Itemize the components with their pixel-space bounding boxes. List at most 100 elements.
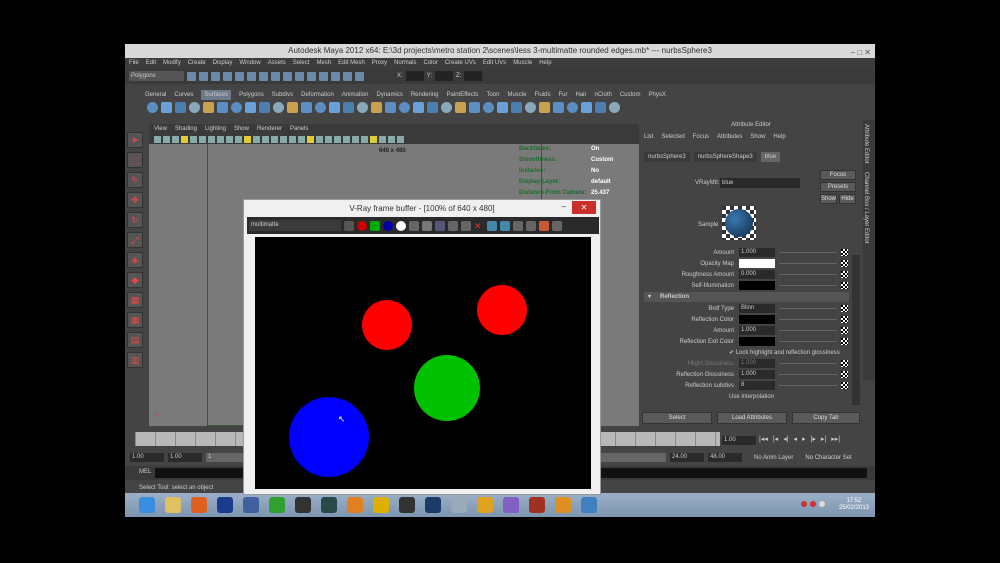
snap-plane-icon[interactable] xyxy=(295,71,304,81)
minimize-button[interactable]: – xyxy=(562,202,566,211)
layout-single-icon[interactable]: ▦ xyxy=(127,292,143,308)
panel-tool-icon[interactable] xyxy=(226,135,233,143)
attribute-slider[interactable] xyxy=(779,341,837,342)
select-component-icon[interactable] xyxy=(247,71,256,81)
ae-menu-show[interactable]: Show xyxy=(750,134,765,140)
save-image-icon[interactable] xyxy=(422,220,432,231)
shelf-tool-icon[interactable] xyxy=(609,102,620,113)
show-button[interactable]: Show xyxy=(820,194,837,204)
menu-mesh[interactable]: Mesh xyxy=(316,58,331,68)
select-object-icon[interactable] xyxy=(235,71,244,81)
attribute-field[interactable]: 1.000 xyxy=(739,326,775,335)
panel-menu-show[interactable]: Show xyxy=(234,124,249,134)
y-field[interactable] xyxy=(435,71,454,81)
panel-tool-icon[interactable] xyxy=(388,135,395,143)
duplicate-icon[interactable] xyxy=(461,220,471,231)
menu-window[interactable]: Window xyxy=(239,58,260,68)
attribute-slider[interactable] xyxy=(779,363,837,364)
mode-select[interactable]: Polygons xyxy=(129,71,184,81)
panel-tool-icon[interactable] xyxy=(181,135,188,143)
shelf-tool-icon[interactable] xyxy=(371,102,382,113)
panel-tool-icon[interactable] xyxy=(154,135,161,143)
menu-create-uvs[interactable]: Create UVs xyxy=(445,58,476,68)
attribute-slider[interactable] xyxy=(779,274,837,275)
panel-tool-icon[interactable] xyxy=(397,135,404,143)
z-field[interactable] xyxy=(464,71,483,81)
shelf-tab-curves[interactable]: Curves xyxy=(174,90,193,100)
panel-menu-panels[interactable]: Panels xyxy=(290,124,308,134)
shelf-tool-icon[interactable] xyxy=(469,102,480,113)
panel-tool-icon[interactable] xyxy=(370,135,377,143)
playback-start-field[interactable]: 1.00 xyxy=(168,453,202,462)
shelf-tool-icon[interactable] xyxy=(483,102,494,113)
panel-tool-icon[interactable] xyxy=(262,135,269,143)
tab-channel-box[interactable]: Channel Box / Layer Editor xyxy=(863,168,869,248)
shelf-tool-icon[interactable] xyxy=(553,102,564,113)
attribute-slider[interactable] xyxy=(779,308,837,309)
shelf-tool-icon[interactable] xyxy=(343,102,354,113)
attribute-field[interactable]: 8 xyxy=(739,381,775,390)
copy-tab-button[interactable]: Copy Tab xyxy=(792,412,860,424)
panel-tool-icon[interactable] xyxy=(217,135,224,143)
snap-point-icon[interactable] xyxy=(283,71,292,81)
menu-color[interactable]: Color xyxy=(423,58,437,68)
shelf-tool-icon[interactable] xyxy=(567,102,578,113)
blue-channel-icon[interactable] xyxy=(383,220,393,231)
taskbar-file-explorer-icon[interactable] xyxy=(165,497,181,513)
panel-tool-icon[interactable] xyxy=(208,135,215,143)
select-button[interactable]: Select xyxy=(642,412,712,424)
panel-tool-icon[interactable] xyxy=(190,135,197,143)
open-scene-icon[interactable] xyxy=(199,71,208,81)
track-mouse-icon[interactable] xyxy=(487,220,497,231)
map-button-icon[interactable] xyxy=(841,327,848,334)
render-icon[interactable] xyxy=(513,220,523,231)
attribute-slider[interactable] xyxy=(779,374,837,375)
shelf-tool-icon[interactable] xyxy=(357,102,368,113)
lasso-tool-icon[interactable]: ⬚ xyxy=(127,152,143,168)
panel-tool-icon[interactable] xyxy=(379,135,386,143)
shelf-tool-icon[interactable] xyxy=(427,102,438,113)
shelf-tool-icon[interactable] xyxy=(259,102,270,113)
playback-button[interactable]: |◂ xyxy=(773,435,778,443)
menu-normals[interactable]: Normals xyxy=(394,58,416,68)
shelf-tool-icon[interactable] xyxy=(539,102,550,113)
load-image-icon[interactable] xyxy=(435,220,445,231)
taskbar-nuke-radiation-icon[interactable] xyxy=(373,497,389,513)
shelf-tool-icon[interactable] xyxy=(511,102,522,113)
ae-menu-focus[interactable]: Focus xyxy=(693,134,709,140)
panel-tool-icon[interactable] xyxy=(244,135,251,143)
render-settings-icon[interactable] xyxy=(343,71,352,81)
shelf-tab-ncloth[interactable]: nCloth xyxy=(595,90,612,100)
playback-button[interactable]: ◂ xyxy=(794,435,798,443)
tray-icon[interactable] xyxy=(810,501,816,507)
attribute-slider[interactable] xyxy=(779,263,837,264)
render-image[interactable]: ↖ xyxy=(255,237,591,489)
tab-attribute-editor[interactable]: Attribute Editor xyxy=(863,120,869,168)
shelf-tab-subdivs[interactable]: Subdivs xyxy=(272,90,293,100)
shelf-tool-icon[interactable] xyxy=(287,102,298,113)
hide-button[interactable]: Hide xyxy=(839,194,856,204)
attribute-field[interactable] xyxy=(739,281,775,290)
panel-tool-icon[interactable] xyxy=(280,135,287,143)
shelf-tool-icon[interactable] xyxy=(399,102,410,113)
taskbar-7zip-icon[interactable] xyxy=(399,497,415,513)
shelf-tool-icon[interactable] xyxy=(329,102,340,113)
panel-tool-icon[interactable] xyxy=(289,135,296,143)
menu-help[interactable]: Help xyxy=(539,58,551,68)
layout-graph-icon[interactable]: ▥ xyxy=(127,352,143,368)
shelf-tool-icon[interactable] xyxy=(581,102,592,113)
ae-menu-list[interactable]: List xyxy=(644,134,653,140)
new-scene-icon[interactable] xyxy=(187,71,196,81)
close-button[interactable]: ✕ xyxy=(572,201,596,214)
taskbar-photo-viewer-icon[interactable] xyxy=(581,497,597,513)
shelf-tab-rendering[interactable]: Rendering xyxy=(411,90,439,100)
panel-tool-icon[interactable] xyxy=(316,135,323,143)
shelf-tab-animation[interactable]: Animation xyxy=(342,90,369,100)
panel-tool-icon[interactable] xyxy=(352,135,359,143)
playback-button[interactable]: |▸ xyxy=(811,435,816,443)
manipulator-icon[interactable]: ◈ xyxy=(127,252,143,268)
attribute-slider[interactable] xyxy=(779,285,837,286)
material-swatch[interactable] xyxy=(722,206,756,240)
map-button-icon[interactable] xyxy=(841,305,848,312)
menu-edit-mesh[interactable]: Edit Mesh xyxy=(338,58,365,68)
